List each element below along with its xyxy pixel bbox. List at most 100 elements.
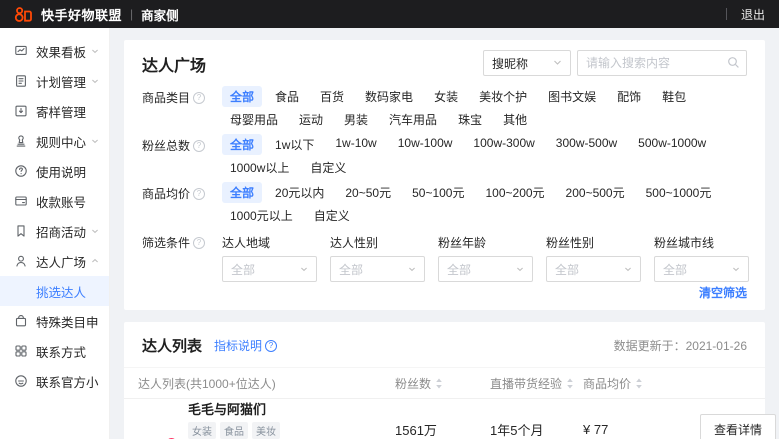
sidebar-item-special-category[interactable]: 特殊类目申请推广 bbox=[0, 306, 109, 336]
filter-option-fans-total-1[interactable]: 1w以下 bbox=[267, 134, 322, 155]
filter-option-category-8[interactable]: 鞋包 bbox=[654, 86, 694, 107]
influencer-list-card: 达人列表 指标说明 ? 数据更新于：2021-01-26 达人列表(共1000+… bbox=[124, 322, 765, 439]
filter-option-category-6[interactable]: 图书文娱 bbox=[540, 86, 604, 107]
view-detail-button[interactable]: 查看详情 bbox=[700, 414, 776, 439]
filter-option-category-12[interactable]: 汽车用品 bbox=[381, 109, 445, 130]
adv-filter-select-fans-city-tier[interactable]: 全部 bbox=[654, 256, 749, 282]
filter-option-category-0[interactable]: 全部 bbox=[222, 86, 262, 107]
sidebar-item-contact-support[interactable]: 联系官方小二 bbox=[0, 366, 109, 396]
adv-filter-select-fans-gender[interactable]: 全部 bbox=[546, 256, 641, 282]
filter-option-category-2[interactable]: 百货 bbox=[312, 86, 352, 107]
filter-option-fans-total-7[interactable]: 1000w以上 bbox=[222, 157, 297, 178]
adv-filter-fans-gender: 粉丝性别全部 bbox=[546, 234, 641, 282]
sidebar-item-investment-activity[interactable]: 招商活动 bbox=[0, 216, 109, 246]
sidebar-item-influencer-plaza[interactable]: 达人广场 bbox=[0, 246, 109, 276]
filter-option-avg-price-6[interactable]: 500~1000元 bbox=[638, 182, 720, 203]
filter-label-fans-total: 粉丝总数? bbox=[142, 134, 222, 154]
sidebar-item-usage-guide[interactable]: 使用说明 bbox=[0, 156, 109, 186]
sidebar-item-rule-center[interactable]: 规则中心 bbox=[0, 126, 109, 156]
filter-option-category-13[interactable]: 珠宝 bbox=[450, 109, 490, 130]
sidebar-item-label: 收款账号 bbox=[36, 192, 99, 211]
adv-filter-fans-city-tier: 粉丝城市线全部 bbox=[654, 234, 749, 282]
filter-option-avg-price-1[interactable]: 20元以内 bbox=[267, 182, 332, 203]
sidebar-item-sample-management[interactable]: 寄样管理 bbox=[0, 96, 109, 126]
column-experience-sort[interactable]: 直播带货经验 bbox=[490, 375, 583, 392]
question-circle-icon: ? bbox=[265, 340, 277, 352]
filter-option-category-11[interactable]: 男装 bbox=[336, 109, 376, 130]
sidebar-item-label: 规则中心 bbox=[36, 132, 91, 151]
filter-option-category-14[interactable]: 其他 bbox=[495, 109, 535, 130]
logout-button[interactable]: 退出 bbox=[741, 6, 765, 23]
question-circle-icon[interactable]: ? bbox=[193, 237, 205, 249]
column-fans-sort[interactable]: 粉丝数 bbox=[395, 375, 490, 392]
filter-option-fans-total-8[interactable]: 自定义 bbox=[302, 157, 354, 178]
filter-option-fans-total-3[interactable]: 10w-100w bbox=[390, 134, 461, 155]
filter-option-category-3[interactable]: 数码家电 bbox=[357, 86, 421, 107]
filter-option-avg-price-5[interactable]: 200~500元 bbox=[558, 182, 633, 203]
filter-option-category-10[interactable]: 运动 bbox=[291, 109, 331, 130]
sidebar-item-contact-info[interactable]: 联系方式 bbox=[0, 336, 109, 366]
advanced-filter-row: 筛选条件 ? 达人地域全部达人性别全部粉丝年龄全部粉丝性别全部粉丝城市线全部 bbox=[142, 234, 747, 282]
sidebar-item-payment-account[interactable]: 收款账号 bbox=[0, 186, 109, 216]
filter-option-fans-total-2[interactable]: 1w-10w bbox=[327, 134, 384, 155]
list-title: 达人列表 bbox=[142, 335, 202, 356]
search-input[interactable] bbox=[577, 50, 747, 76]
column-influencer: 达人列表(共1000+位达人) bbox=[138, 375, 395, 392]
influencer-name: 毛毛与阿猫们 bbox=[188, 399, 280, 418]
filter-option-fans-total-4[interactable]: 100w-300w bbox=[465, 134, 542, 155]
list-header: 达人列表 指标说明 ? 数据更新于：2021-01-26 bbox=[124, 322, 765, 367]
search-area: 搜昵称 bbox=[483, 50, 747, 76]
filter-option-fans-total-6[interactable]: 500w-1000w bbox=[630, 134, 714, 155]
filter-option-category-1[interactable]: 食品 bbox=[267, 86, 307, 107]
sidebar-item-label: 招商活动 bbox=[36, 222, 91, 241]
filter-option-fans-total-5[interactable]: 300w-500w bbox=[548, 134, 625, 155]
search-icon[interactable] bbox=[727, 56, 740, 74]
table-row: ✓毛毛与阿猫们女装食品美妆杭州·萧山1561万1年5个月¥ 77查看详情 bbox=[124, 399, 765, 439]
sidebar-item-plan-management[interactable]: 计划管理 bbox=[0, 66, 109, 96]
adv-filter-select-influencer-gender[interactable]: 全部 bbox=[330, 256, 425, 282]
brand-divider: | bbox=[130, 7, 133, 21]
indicator-guide-link[interactable]: 指标说明 ? bbox=[214, 337, 277, 354]
filter-row-avg-price: 商品均价?全部20元以内20~50元50~100元100~200元200~500… bbox=[142, 182, 747, 228]
main-content: 搜昵称 达人广场 商品类目?全部食品百货数码家电女装美妆 bbox=[110, 28, 779, 439]
sidebar-item-label: 计划管理 bbox=[36, 72, 91, 91]
question-circle-icon[interactable]: ? bbox=[193, 140, 205, 152]
filter-option-avg-price-7[interactable]: 1000元以上 bbox=[222, 205, 301, 226]
filter-option-avg-price-3[interactable]: 50~100元 bbox=[404, 182, 472, 203]
data-updated-text: 数据更新于：2021-01-26 bbox=[614, 337, 747, 354]
brand-title: 快手好物联盟 bbox=[41, 5, 122, 24]
filter-row-fans-total: 粉丝总数?全部1w以下1w-10w 10w-100w100w-300w 300w-5… bbox=[142, 134, 747, 180]
chat-icon bbox=[14, 374, 28, 388]
search-type-value: 搜昵称 bbox=[492, 55, 528, 72]
adv-filter-select-fans-age[interactable]: 全部 bbox=[438, 256, 533, 282]
table-header-row: 达人列表(共1000+位达人) 粉丝数 直播带货经验 商品均价 bbox=[124, 367, 765, 399]
filter-option-category-7[interactable]: 配饰 bbox=[609, 86, 649, 107]
filter-option-avg-price-4[interactable]: 100~200元 bbox=[477, 182, 552, 203]
sidebar-subitem-pick-influencer[interactable]: 挑选达人 bbox=[0, 276, 109, 306]
adv-filter-label: 粉丝城市线 bbox=[654, 234, 749, 251]
sidebar-item-effect-board[interactable]: 效果看板 bbox=[0, 36, 109, 66]
sort-icon bbox=[635, 378, 643, 389]
help-icon bbox=[14, 164, 28, 178]
filter-option-category-5[interactable]: 美妆个护 bbox=[471, 86, 535, 107]
chevron-down-icon bbox=[624, 262, 632, 276]
question-circle-icon[interactable]: ? bbox=[193, 188, 205, 200]
clear-filters-link[interactable]: 清空筛选 bbox=[699, 286, 747, 300]
search-type-select[interactable]: 搜昵称 bbox=[483, 50, 571, 76]
column-price-sort[interactable]: 商品均价 bbox=[583, 375, 680, 392]
filter-option-avg-price-0[interactable]: 全部 bbox=[222, 182, 262, 203]
filter-option-fans-total-0[interactable]: 全部 bbox=[222, 134, 262, 155]
adv-filter-label: 粉丝年龄 bbox=[438, 234, 533, 251]
adv-filter-influencer-region: 达人地域全部 bbox=[222, 234, 317, 282]
question-circle-icon[interactable]: ? bbox=[193, 92, 205, 104]
adv-filter-select-influencer-region[interactable]: 全部 bbox=[222, 256, 317, 282]
adv-filter-influencer-gender: 达人性别全部 bbox=[330, 234, 425, 282]
chevron-down-icon bbox=[732, 262, 740, 276]
sort-icon bbox=[566, 378, 574, 389]
sidebar: 效果看板计划管理寄样管理规则中心使用说明收款账号招商活动达人广场挑选达人特殊类目… bbox=[0, 28, 110, 439]
filter-option-category-4[interactable]: 女装 bbox=[426, 86, 466, 107]
filter-option-avg-price-2[interactable]: 20~50元 bbox=[337, 182, 399, 203]
adv-filter-label: 粉丝性别 bbox=[546, 234, 641, 251]
filter-option-avg-price-8[interactable]: 自定义 bbox=[306, 205, 358, 226]
filter-option-category-9[interactable]: 母婴用品 bbox=[222, 109, 286, 130]
